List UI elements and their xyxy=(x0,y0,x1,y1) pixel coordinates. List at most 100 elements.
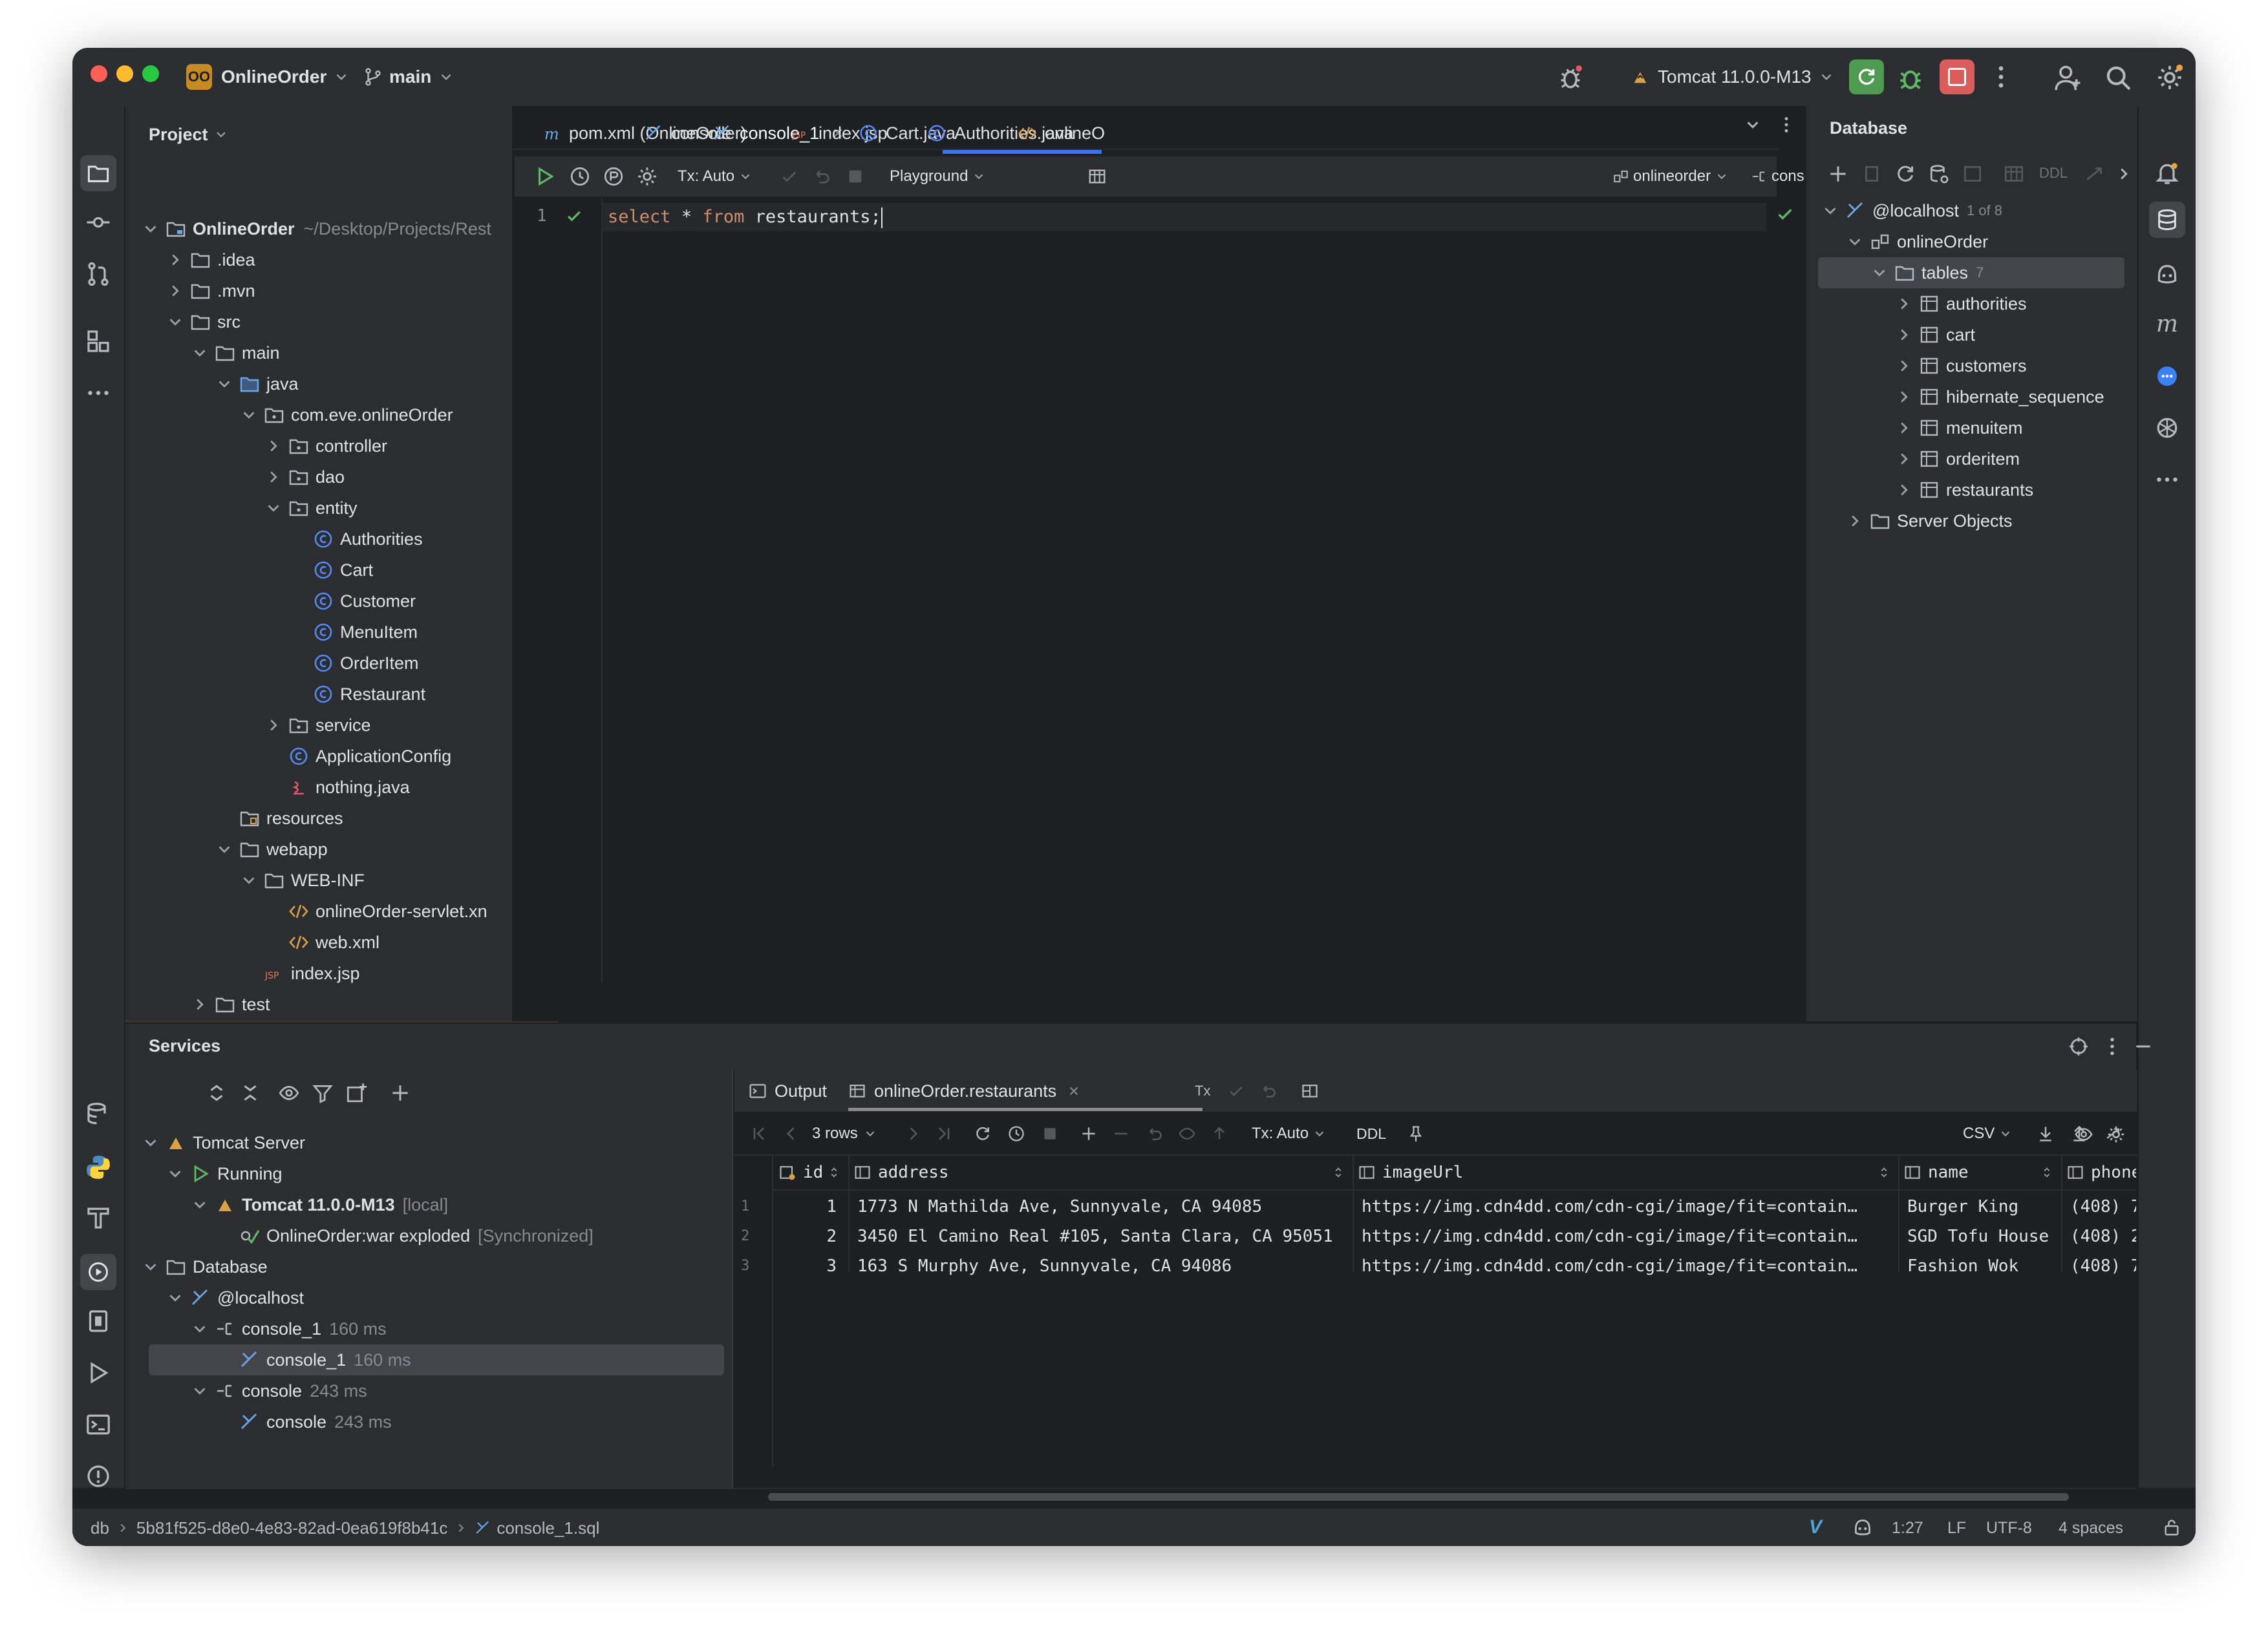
chevron-down-icon[interactable] xyxy=(1845,232,1865,251)
add-icon[interactable] xyxy=(1827,163,1849,185)
chevron-right-icon[interactable] xyxy=(166,250,185,270)
commit-check-icon[interactable] xyxy=(780,167,799,186)
cell-name[interactable]: Burger King xyxy=(1907,1192,2056,1222)
openai-icon[interactable] xyxy=(2154,415,2180,441)
chevron-right-icon[interactable] xyxy=(264,716,283,735)
ai-chat-icon[interactable] xyxy=(2154,363,2180,389)
account-icon[interactable] xyxy=(2053,63,2082,92)
chevron-right-icon[interactable] xyxy=(1894,294,1914,313)
more-actions-icon[interactable] xyxy=(2101,1035,2123,1057)
service-item-console[interactable]: console 243 ms xyxy=(215,1406,392,1437)
history-icon[interactable] xyxy=(569,165,591,187)
project-view-selector[interactable]: Project xyxy=(149,118,229,151)
rollback-icon[interactable] xyxy=(1259,1082,1278,1100)
more-actions-icon[interactable] xyxy=(1987,63,2015,90)
project-tree-item-applicationconfig[interactable]: ApplicationConfig xyxy=(264,741,451,772)
page-size-selector[interactable]: 3 rows xyxy=(812,1121,877,1147)
project-tree-item-web-inf[interactable]: WEB-INF xyxy=(239,865,365,896)
project-tree-item-mvn[interactable]: .mvn xyxy=(166,275,255,306)
chevron-right-icon[interactable] xyxy=(1845,511,1865,531)
project-tree-item-authorities[interactable]: Authorities xyxy=(288,524,423,555)
sort-icon[interactable] xyxy=(828,1163,840,1182)
chevron-right-icon[interactable] xyxy=(2114,163,2134,185)
next-page-icon[interactable] xyxy=(904,1125,922,1143)
problems-icon[interactable] xyxy=(85,1463,111,1489)
db-tree-tables[interactable]: tables 7 xyxy=(1870,257,1984,288)
db-table-customers[interactable]: customers xyxy=(1894,350,2027,381)
db-tree-server-objects[interactable]: Server Objects xyxy=(1845,505,2013,536)
reload-icon[interactable] xyxy=(974,1125,992,1143)
add-service-icon[interactable] xyxy=(389,1082,411,1104)
cell-id[interactable]: 2 xyxy=(778,1222,837,1251)
commit-icon[interactable] xyxy=(85,209,111,235)
terminal-icon[interactable] xyxy=(85,1412,111,1437)
project-tree-item-nothing-java[interactable]: nothing.java xyxy=(264,772,410,803)
project-tree-item-java[interactable]: java xyxy=(215,368,299,399)
minimize-panel-icon[interactable] xyxy=(2132,1035,2154,1057)
restaurants-result-tab[interactable]: onlineOrder.restaurants xyxy=(848,1078,1081,1104)
jump-to-console-icon[interactable] xyxy=(1962,163,1984,185)
chevron-down-icon[interactable] xyxy=(239,405,259,425)
cursor-position[interactable]: 1:27 xyxy=(1892,1516,1923,1540)
view-eye-icon[interactable] xyxy=(2074,1125,2093,1144)
column-header-address[interactable]: address xyxy=(853,1156,1354,1189)
results-tx-selector[interactable]: Tx: Auto xyxy=(1252,1121,1327,1147)
cell-id[interactable]: 3 xyxy=(778,1251,837,1281)
breadcrumb-item[interactable]: 5b81f525-d8e0-4e83-82ad-0ea619f8b41c xyxy=(136,1518,447,1538)
settings-gear-icon[interactable] xyxy=(2106,1125,2126,1144)
previous-page-icon[interactable] xyxy=(782,1125,800,1143)
sort-icon[interactable] xyxy=(2040,1163,2053,1182)
delete-row-icon[interactable] xyxy=(1112,1125,1130,1143)
cell-imageurl[interactable]: https://img.cdn4dd.com/cdn-cgi/image/fit… xyxy=(1362,1192,1893,1222)
column-header-id[interactable]: id xyxy=(778,1156,850,1189)
output-tab[interactable]: Output xyxy=(749,1078,827,1104)
chevron-down-icon[interactable] xyxy=(1870,263,1889,282)
service-item-console[interactable]: console 243 ms xyxy=(190,1375,367,1406)
revert-icon[interactable] xyxy=(1146,1125,1164,1143)
cell-address[interactable]: 163 S Murphy Ave, Sunnyvale, CA 94086 xyxy=(857,1251,1347,1281)
rollback-icon[interactable] xyxy=(812,167,831,186)
db-table-restaurants[interactable]: restaurants xyxy=(1894,474,2033,505)
db-table-authorities[interactable]: authorities xyxy=(1894,288,2027,319)
search-icon[interactable] xyxy=(2104,63,2132,92)
chevron-right-icon[interactable] xyxy=(190,995,209,1014)
project-tree-item-index-jsp[interactable]: JSP index.jsp xyxy=(239,958,360,989)
minimize-window-button[interactable] xyxy=(116,65,133,82)
build-icon[interactable] xyxy=(85,1205,111,1231)
explain-plan-icon[interactable] xyxy=(603,165,625,187)
chevron-down-icon[interactable] xyxy=(190,1381,209,1401)
chevron-down-icon[interactable] xyxy=(1821,201,1840,220)
add-row-icon[interactable] xyxy=(1080,1125,1098,1143)
cell-address[interactable]: 1773 N Mathilda Ave, Sunnyvale, CA 94085 xyxy=(857,1192,1347,1222)
cell-phone[interactable]: (408) 261 xyxy=(2070,1222,2136,1251)
service-item-console-1[interactable]: console_1 160 ms xyxy=(215,1344,411,1375)
project-tree-item-dao[interactable]: dao xyxy=(264,461,345,493)
more-tabs-chevron-icon[interactable] xyxy=(1743,115,1762,134)
db-tree-schema[interactable]: onlineOrder xyxy=(1845,226,1988,257)
view-options-eye-icon[interactable] xyxy=(278,1082,300,1104)
cell-name[interactable]: Fashion Wok xyxy=(1907,1251,2056,1281)
layout-icon[interactable] xyxy=(1301,1082,1319,1100)
last-page-icon[interactable] xyxy=(935,1125,953,1143)
chevron-down-icon[interactable] xyxy=(141,1257,160,1277)
run-icon[interactable] xyxy=(85,1360,111,1386)
new-tab-icon[interactable] xyxy=(345,1082,367,1104)
line-separator[interactable]: LF xyxy=(1947,1516,1966,1540)
sort-icon[interactable] xyxy=(1878,1163,1890,1182)
db-tree-host[interactable]: @localhost 1 of 8 xyxy=(1821,195,2002,226)
settings-gear-icon[interactable] xyxy=(636,165,658,187)
breadcrumb-item[interactable]: db xyxy=(91,1518,109,1538)
indent-setting[interactable]: 4 spaces xyxy=(2059,1516,2123,1540)
more-tools-icon[interactable] xyxy=(2154,467,2180,493)
chevron-right-icon[interactable] xyxy=(264,467,283,487)
export-format-selector[interactable]: CSV xyxy=(1963,1121,2013,1147)
playground-selector[interactable]: Playground xyxy=(890,164,986,189)
cell-address[interactable]: 3450 El Camino Real #105, Santa Clara, C… xyxy=(857,1222,1347,1251)
project-tree-item-customer[interactable]: Customer xyxy=(288,586,416,617)
filter-icon[interactable] xyxy=(312,1082,334,1104)
project-tree-item-src[interactable]: src xyxy=(166,306,241,337)
table-grid-icon[interactable] xyxy=(1087,167,1107,186)
pin-icon[interactable] xyxy=(1407,1125,1425,1143)
project-tree-item-main[interactable]: main xyxy=(190,337,280,368)
file-encoding[interactable]: UTF-8 xyxy=(1986,1516,2032,1540)
